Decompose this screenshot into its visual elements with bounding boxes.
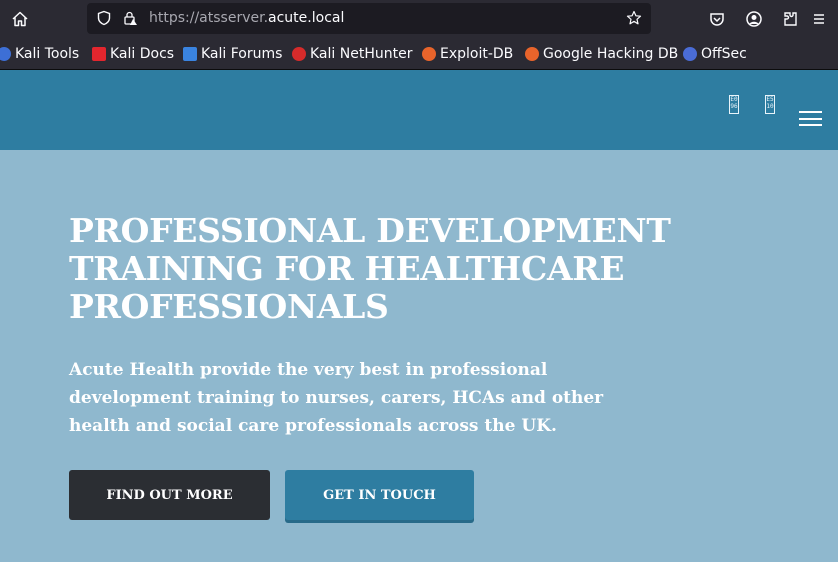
find-out-more-button[interactable]: FIND OUT MORE: [69, 470, 270, 520]
kali-tools-icon: [0, 47, 11, 61]
account-icon[interactable]: [743, 8, 765, 30]
bookmark-label: Kali NetHunter: [310, 46, 413, 62]
bookmark-google-hacking-db[interactable]: Google Hacking DB: [525, 45, 678, 63]
bookmark-kali-nethunter[interactable]: Kali NetHunter: [292, 45, 412, 63]
address-bar[interactable]: https://atsserver.acute.local: [87, 3, 651, 34]
kali-forums-icon: [183, 47, 197, 61]
bookmarks-bar: Kali Tools Kali Docs Kali Forums Kali Ne…: [0, 37, 838, 70]
bookmark-kali-forums[interactable]: Kali Forums: [183, 45, 282, 63]
exploit-db-icon: [422, 47, 436, 61]
hero-section: PROFESSIONAL DEVELOPMENT TRAINING FOR HE…: [0, 150, 838, 562]
google-hacking-db-icon: [525, 47, 539, 61]
missing-glyph-icon[interactable]: E0 96: [729, 95, 739, 114]
bookmark-label: Kali Docs: [110, 46, 175, 62]
bookmark-kali-tools[interactable]: Kali Tools: [0, 45, 79, 63]
lock-warning-icon[interactable]: [119, 7, 141, 29]
bookmark-label: Kali Tools: [15, 46, 80, 62]
pocket-icon[interactable]: [706, 8, 728, 30]
bookmark-label: Exploit-DB: [440, 46, 514, 62]
extensions-icon[interactable]: [779, 8, 801, 30]
home-icon[interactable]: [9, 8, 31, 30]
get-in-touch-button[interactable]: GET IN TOUCH: [285, 470, 474, 520]
kali-nethunter-icon: [292, 47, 306, 61]
site-header: E0 96 E5 10: [0, 70, 838, 150]
shield-icon[interactable]: [93, 7, 115, 29]
hamburger-menu-icon[interactable]: [799, 111, 822, 126]
missing-glyph-icon[interactable]: E5 10: [765, 95, 775, 114]
star-bookmark-icon[interactable]: [623, 7, 645, 29]
bookmark-offsec[interactable]: OffSec: [683, 45, 747, 63]
hero-subtitle: Acute Health provide the very best in pr…: [69, 360, 604, 436]
kali-docs-icon: [92, 47, 106, 61]
hero-title: PROFESSIONAL DEVELOPMENT TRAINING FOR HE…: [69, 211, 671, 326]
browser-toolbar: https://atsserver.acute.local: [0, 0, 838, 37]
url-text[interactable]: https://atsserver.acute.local: [149, 10, 344, 26]
bookmark-kali-docs[interactable]: Kali Docs: [92, 45, 174, 63]
menu-icon[interactable]: [808, 8, 830, 30]
bookmark-label: Google Hacking DB: [543, 46, 679, 62]
bookmark-exploit-db[interactable]: Exploit-DB: [422, 45, 513, 63]
bookmark-label: OffSec: [701, 46, 747, 62]
bookmark-label: Kali Forums: [201, 46, 283, 62]
offsec-icon: [683, 47, 697, 61]
